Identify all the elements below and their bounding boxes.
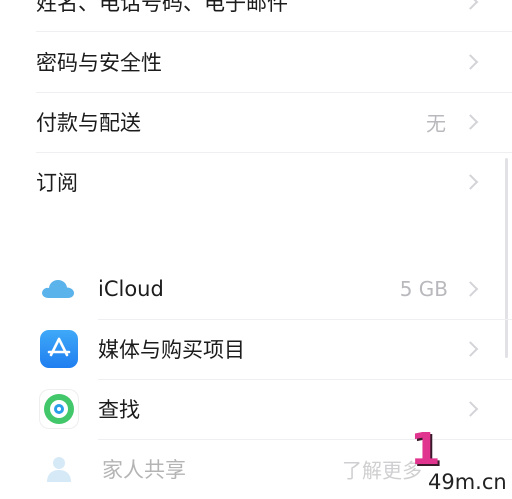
- app-store-icon: [40, 330, 78, 368]
- row-label: 查找: [98, 398, 140, 422]
- chevron-right-icon: [462, 281, 479, 297]
- family-sharing-icon: [42, 454, 76, 484]
- row-label: 姓名、电话号码、电子邮件: [36, 0, 288, 15]
- row-media-purchases[interactable]: 媒体与购买项目: [0, 319, 512, 379]
- chevron-right-icon: [462, 0, 479, 10]
- row-label: 付款与配送: [36, 111, 141, 135]
- chevron-right-icon: [462, 114, 479, 130]
- find-my-icon: [40, 390, 78, 428]
- row-label: 订阅: [36, 171, 78, 195]
- row-label: 密码与安全性: [36, 51, 162, 75]
- chevron-right-icon: [462, 54, 479, 70]
- row-payment-shipping[interactable]: 付款与配送 无: [0, 92, 512, 152]
- icloud-icon: [40, 277, 76, 301]
- watermark-text: 49m.cn: [428, 470, 507, 494]
- row-subscriptions[interactable]: 订阅: [0, 152, 512, 212]
- chevron-right-icon: [462, 341, 479, 357]
- row-label: iCloud: [98, 277, 164, 301]
- watermark-digit: 1: [410, 424, 441, 475]
- row-label: 家人共享: [102, 458, 186, 482]
- chevron-right-icon: [462, 401, 479, 417]
- row-password-security[interactable]: 密码与安全性: [0, 32, 512, 92]
- row-icloud[interactable]: iCloud 5 GB: [0, 259, 512, 319]
- row-value: 无: [426, 111, 446, 136]
- storage-value: 5 GB: [399, 277, 448, 301]
- row-label: 媒体与购买项目: [98, 338, 245, 362]
- row-name-phone-email[interactable]: 姓名、电话号码、电子邮件: [0, 0, 512, 32]
- chevron-right-icon: [462, 174, 479, 190]
